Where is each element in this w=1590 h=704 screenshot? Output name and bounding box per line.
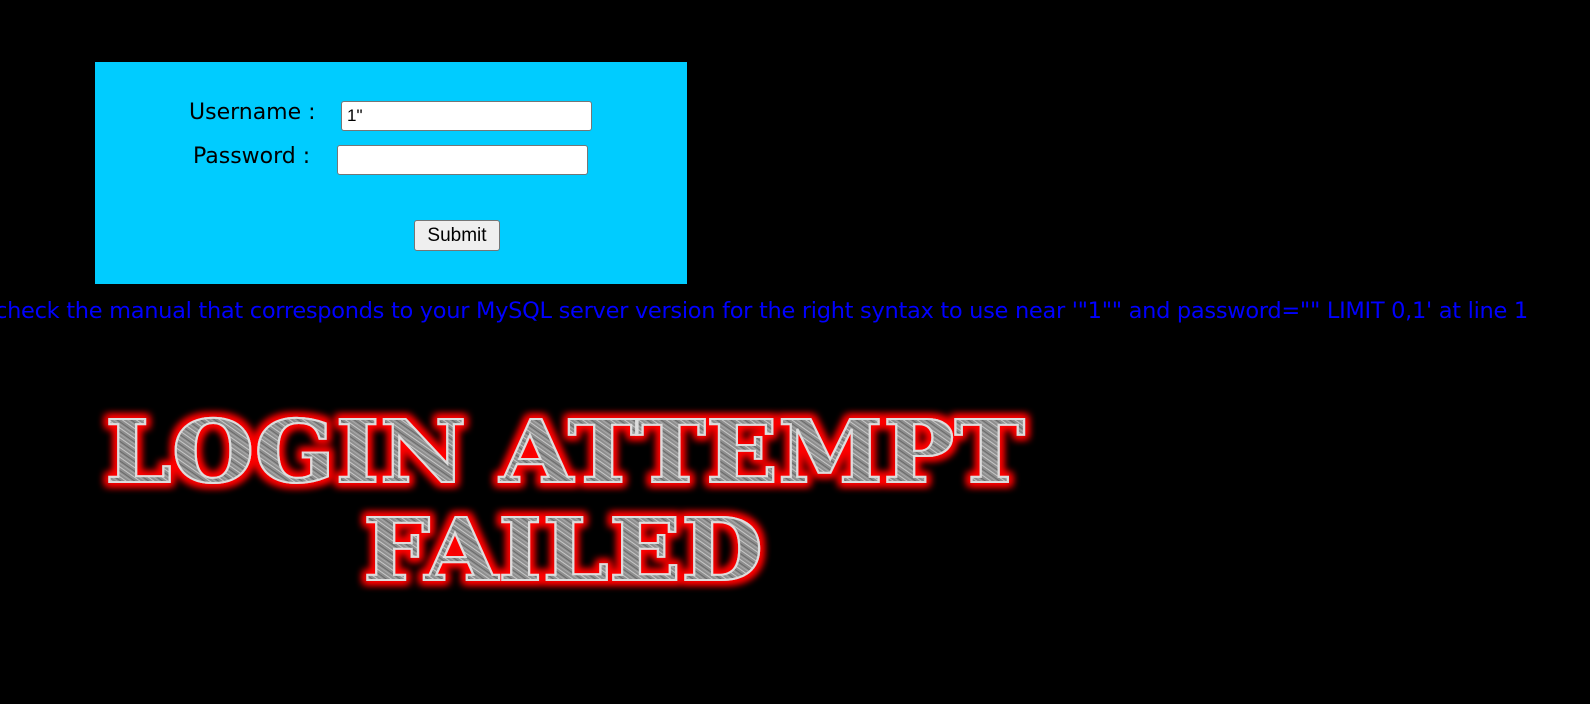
- username-label: Username :: [189, 100, 316, 125]
- banner-line-1: LOGIN ATTEMPT: [105, 402, 1025, 503]
- login-form-panel: Username : Password : Submit: [95, 62, 687, 284]
- sql-error-message: check the manual that corresponds to you…: [0, 298, 1528, 324]
- banner-line-2: FAILED: [363, 500, 763, 601]
- login-failed-banner: LOGIN ATTEMPT FAILED: [104, 401, 1026, 602]
- username-input[interactable]: [341, 101, 592, 131]
- password-label: Password :: [193, 144, 311, 169]
- submit-button[interactable]: Submit: [414, 220, 500, 251]
- password-input[interactable]: [337, 145, 588, 175]
